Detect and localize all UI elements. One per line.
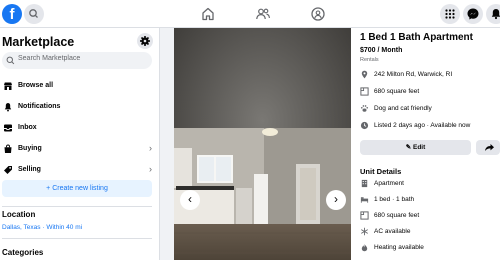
pet-policy-text: Dog and cat friendly xyxy=(374,105,432,112)
search-marketplace-input[interactable]: Search Marketplace xyxy=(2,52,152,69)
home-icon[interactable] xyxy=(200,6,216,22)
unit-detail-beds-baths: 1 bed · 1 bath xyxy=(360,194,500,206)
sidebar-title: Marketplace xyxy=(2,35,75,49)
search-icon xyxy=(29,9,38,18)
pencil-icon: ✎ xyxy=(405,144,413,151)
availability-text: Listed 2 days ago · Available now xyxy=(374,122,471,129)
sidebar-item-selling[interactable]: Selling › xyxy=(0,161,158,179)
sidebar-item-label: Buying xyxy=(18,145,42,152)
area-icon xyxy=(360,211,369,220)
chevron-right-icon: › xyxy=(149,143,152,153)
previous-photo-button[interactable]: ‹ xyxy=(180,190,200,210)
listing-pet-policy: Dog and cat friendly xyxy=(360,103,500,115)
divider xyxy=(2,238,152,239)
unit-type-text: Apartment xyxy=(374,180,404,187)
listing-photo[interactable] xyxy=(174,28,351,260)
friends-icon[interactable] xyxy=(255,6,271,22)
listing-category: Rentals xyxy=(360,57,379,63)
chevron-left-icon: ‹ xyxy=(188,192,192,206)
flame-icon xyxy=(361,243,368,252)
messenger-icon xyxy=(467,8,479,20)
heating-text: Heating available xyxy=(374,244,424,251)
unit-detail-ac: AC available xyxy=(360,226,500,238)
location-pin-icon xyxy=(361,70,368,79)
marketplace-sidebar: Marketplace Search Marketplace Browse al… xyxy=(0,28,160,260)
building-icon xyxy=(361,179,368,188)
ac-text: AC available xyxy=(374,228,411,235)
share-icon xyxy=(485,144,494,151)
bell-icon xyxy=(4,103,12,112)
unit-detail-type: Apartment xyxy=(360,178,500,190)
sidebar-item-label: Selling xyxy=(18,166,41,173)
create-new-listing-button[interactable]: + Create new listing xyxy=(2,180,152,197)
inbox-icon xyxy=(4,124,12,132)
search-button[interactable] xyxy=(24,4,44,24)
square-feet-text: 680 square feet xyxy=(374,88,420,95)
notifications-button[interactable] xyxy=(486,4,500,24)
listing-availability: Listed 2 days ago · Available now xyxy=(360,120,500,132)
address-text: 242 Milton Rd, Warwick, RI xyxy=(374,71,453,78)
sidebar-item-browse-all[interactable]: Browse all xyxy=(0,77,158,95)
categories-heading: Categories xyxy=(2,248,44,257)
unit-detail-area: 680 square feet xyxy=(360,210,500,222)
sidebar-item-label: Browse all xyxy=(18,82,54,89)
sidebar-item-label: Notifications xyxy=(18,103,61,110)
location-filter-link[interactable]: Dallas, Texas · Within 40 mi xyxy=(2,224,82,231)
share-button[interactable] xyxy=(476,140,500,155)
listing-square-feet: 680 square feet xyxy=(360,86,500,98)
kitchen-photo-image xyxy=(174,28,351,260)
storefront-icon xyxy=(4,82,12,90)
snowflake-icon xyxy=(361,227,368,236)
bed-icon xyxy=(360,197,369,203)
area-text: 680 square feet xyxy=(374,212,420,219)
groups-icon[interactable] xyxy=(310,6,326,22)
sidebar-item-label: Inbox xyxy=(18,124,37,131)
unit-detail-heating: Heating available xyxy=(360,242,500,254)
price-tag-icon xyxy=(4,166,12,174)
listing-title: 1 Bed 1 Bath Apartment xyxy=(360,32,473,43)
listing-details-panel: 1 Bed 1 Bath Apartment $700 / Month Rent… xyxy=(351,28,500,260)
edit-listing-button[interactable]: ✎ Edit xyxy=(360,140,471,155)
location-heading: Location xyxy=(2,210,36,219)
ruler-icon xyxy=(360,87,369,96)
sidebar-item-inbox[interactable]: Inbox xyxy=(0,119,158,137)
unit-details-heading: Unit Details xyxy=(360,167,402,176)
gear-icon xyxy=(140,36,150,46)
next-photo-button[interactable]: › xyxy=(326,190,346,210)
shopping-bag-icon xyxy=(4,144,12,153)
search-placeholder: Search Marketplace xyxy=(18,55,81,62)
search-icon xyxy=(6,56,15,65)
beds-baths-text: 1 bed · 1 bath xyxy=(374,196,415,203)
chevron-right-icon: › xyxy=(149,164,152,174)
divider xyxy=(2,206,152,207)
create-new-listing-label: Create new listing xyxy=(52,185,108,192)
bell-icon xyxy=(491,9,500,20)
paw-icon xyxy=(360,105,369,112)
clock-icon xyxy=(360,121,369,130)
facebook-logo[interactable]: f xyxy=(2,4,22,24)
sidebar-item-notifications[interactable]: Notifications xyxy=(0,98,158,116)
edit-label: Edit xyxy=(412,144,426,151)
listing-address: 242 Milton Rd, Warwick, RI xyxy=(360,69,500,81)
listing-price: $700 / Month xyxy=(360,47,403,54)
sidebar-item-buying[interactable]: Buying › xyxy=(0,140,158,158)
settings-button[interactable] xyxy=(137,33,153,49)
chevron-right-icon: › xyxy=(334,192,338,206)
menu-button[interactable] xyxy=(440,4,460,24)
top-navigation-bar: f xyxy=(0,0,500,28)
messenger-button[interactable] xyxy=(463,4,483,24)
grid-menu-icon xyxy=(445,9,455,19)
